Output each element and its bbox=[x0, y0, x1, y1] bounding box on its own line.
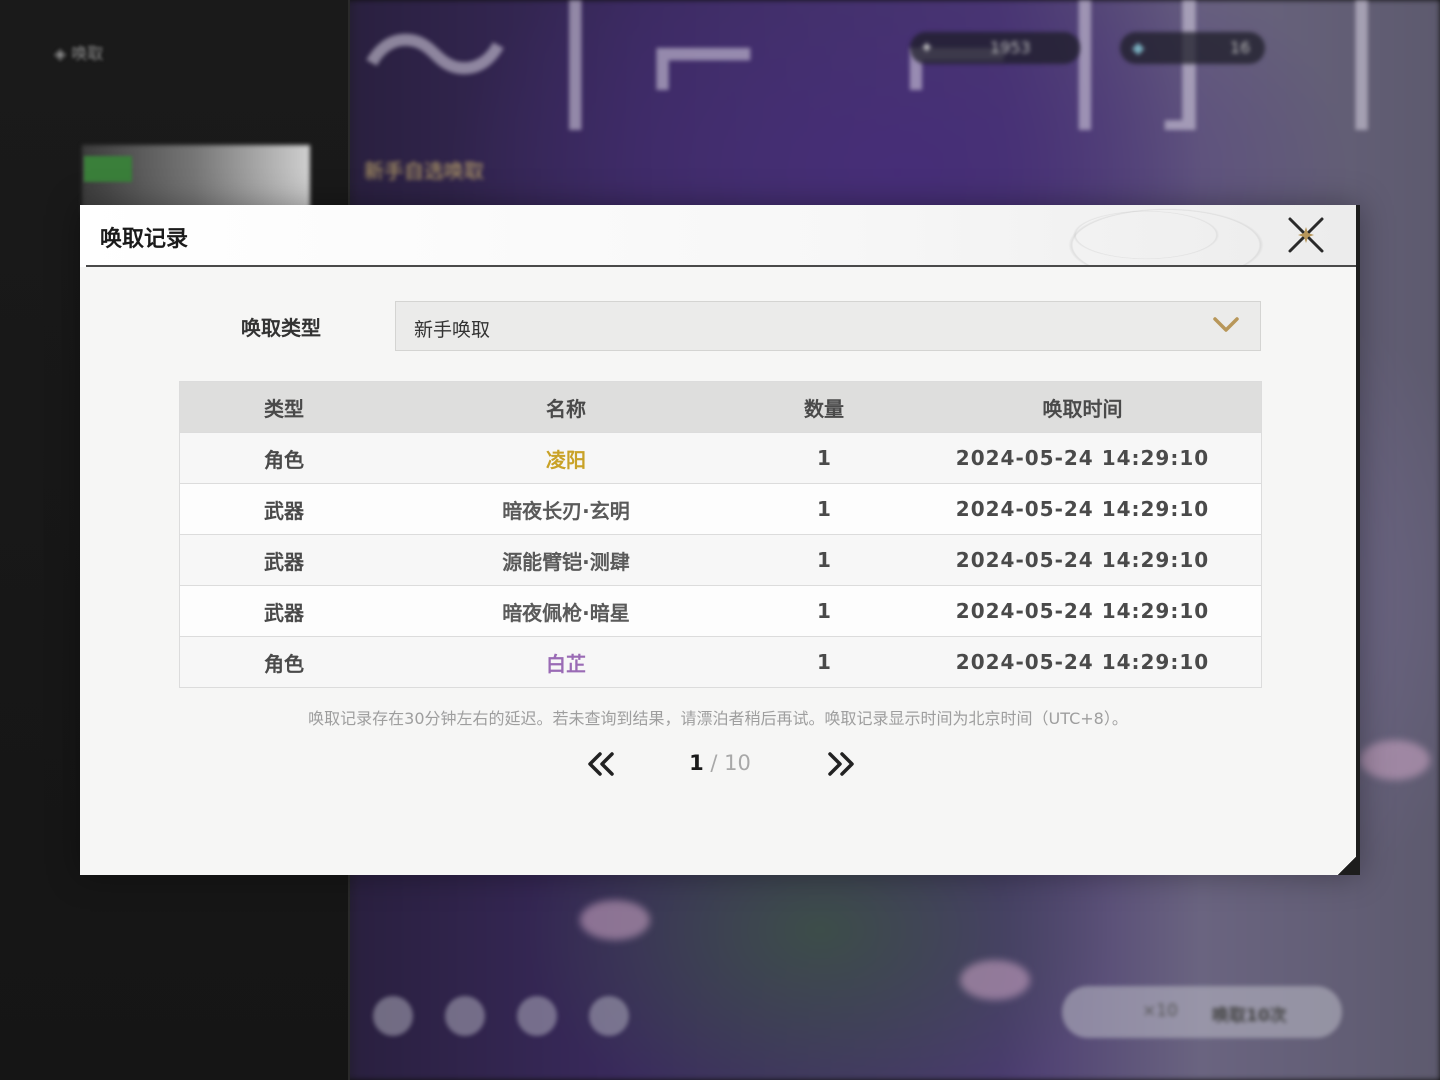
item-quantity: 1 bbox=[817, 599, 831, 623]
crystal-icon: ◆ bbox=[1132, 38, 1145, 57]
background-flower bbox=[580, 900, 650, 940]
table-row: 武器 源能臂铠·测肆 1 2024-05-24 14:29:10 bbox=[180, 534, 1261, 585]
background-currency-amount: 1953 bbox=[990, 38, 1031, 57]
pull-type-label: 唤取类型 bbox=[241, 316, 321, 340]
item-quantity: 1 bbox=[817, 650, 831, 674]
star-icon: ✦ bbox=[920, 38, 934, 57]
table-row: 角色 白芷 1 2024-05-24 14:29:10 bbox=[180, 636, 1261, 687]
background-currency-crystal: ◆ 16 bbox=[1120, 32, 1265, 64]
modal-corner-decoration bbox=[1338, 853, 1360, 875]
item-time: 2024-05-24 14:29:10 bbox=[955, 650, 1210, 674]
item-type: 武器 bbox=[264, 498, 304, 523]
double-chevron-left-icon bbox=[588, 752, 614, 776]
current-page: 1 bbox=[689, 751, 704, 775]
item-name: 源能臂铠·测肆 bbox=[502, 549, 630, 574]
background-round-button bbox=[589, 996, 629, 1036]
background-flower bbox=[1360, 740, 1430, 780]
background-round-button bbox=[373, 996, 413, 1036]
double-chevron-right-icon bbox=[828, 752, 854, 776]
item-time: 2024-05-24 14:29:10 bbox=[955, 497, 1210, 521]
item-time: 2024-05-24 14:29:10 bbox=[955, 446, 1210, 470]
table-row: 武器 暗夜长刃·玄明 1 2024-05-24 14:29:10 bbox=[180, 483, 1261, 534]
column-header-name: 名称 bbox=[546, 396, 586, 421]
background-pull-cost: ×10 bbox=[1142, 1001, 1178, 1021]
total-pages: 10 bbox=[724, 751, 751, 775]
table-row: 武器 暗夜佩枪·暗星 1 2024-05-24 14:29:10 bbox=[180, 585, 1261, 636]
column-header-type: 类型 bbox=[264, 396, 304, 421]
background-round-button bbox=[445, 996, 485, 1036]
background-banner-subtitle: 新手自选唤取 bbox=[364, 159, 484, 183]
item-time: 2024-05-24 14:29:10 bbox=[955, 599, 1210, 623]
item-time: 2024-05-24 14:29:10 bbox=[955, 548, 1210, 572]
table-row: 角色 凌阳 1 2024-05-24 14:29:10 bbox=[180, 432, 1261, 483]
background-pull-label: 唤取10次 bbox=[1212, 1006, 1287, 1026]
header-divider bbox=[86, 265, 1356, 267]
item-type: 角色 bbox=[264, 651, 304, 676]
modal-title: 唤取记录 bbox=[100, 227, 189, 252]
close-button[interactable] bbox=[1286, 215, 1326, 255]
pull-history-modal: 唤取记录 唤取类型 新手唤取 类型 名称 数量 唤取时间 角色 凌阳 1 202… bbox=[80, 205, 1360, 875]
background-back-button: ◈ 唤取 bbox=[54, 44, 104, 63]
pull-type-dropdown[interactable]: 新手唤取 bbox=[395, 301, 1261, 351]
header-decoration bbox=[996, 205, 1296, 267]
item-quantity: 1 bbox=[817, 497, 831, 521]
item-name: 暗夜长刃·玄明 bbox=[502, 498, 630, 523]
item-quantity: 1 bbox=[817, 446, 831, 470]
background-thumbnail-tag bbox=[84, 156, 132, 182]
item-name: 凌阳 bbox=[546, 447, 586, 472]
table-header-row: 类型 名称 数量 唤取时间 bbox=[180, 382, 1261, 432]
background-currency-amount: 16 bbox=[1230, 38, 1251, 57]
page-separator: / bbox=[710, 751, 718, 775]
column-header-quantity: 数量 bbox=[804, 396, 844, 421]
previous-page-button[interactable] bbox=[584, 751, 620, 777]
background-back-label: 唤取 bbox=[71, 44, 104, 63]
close-icon bbox=[1288, 217, 1324, 253]
item-name: 白芷 bbox=[546, 651, 586, 676]
next-page-button[interactable] bbox=[822, 751, 858, 777]
pull-type-selected: 新手唤取 bbox=[414, 319, 491, 341]
chevron-down-icon bbox=[1213, 317, 1239, 332]
pull-history-table: 类型 名称 数量 唤取时间 角色 凌阳 1 2024-05-24 14:29:1… bbox=[179, 381, 1262, 688]
modal-header: 唤取记录 bbox=[80, 205, 1356, 267]
delay-notice: 唤取记录存在30分钟左右的延迟。若未查询到结果，请漂泊者稍后再试。唤取记录显示时… bbox=[308, 709, 1128, 728]
item-quantity: 1 bbox=[817, 548, 831, 572]
column-header-time: 唤取时间 bbox=[1042, 396, 1123, 421]
background-round-button bbox=[517, 996, 557, 1036]
background-pull-button: ×10 唤取10次 bbox=[1062, 986, 1342, 1038]
item-type: 角色 bbox=[264, 447, 304, 472]
page-indicator: 1 / 10 bbox=[680, 751, 760, 775]
item-type: 武器 bbox=[264, 600, 304, 625]
background-flower bbox=[960, 960, 1030, 1000]
background-currency-star: ✦ 1953 bbox=[910, 32, 1080, 64]
background-banner-art: 〜|⌐ ⌐|⌋ |↙⌐| bbox=[360, 0, 1440, 130]
item-name: 暗夜佩枪·暗星 bbox=[502, 600, 630, 625]
item-type: 武器 bbox=[264, 549, 304, 574]
